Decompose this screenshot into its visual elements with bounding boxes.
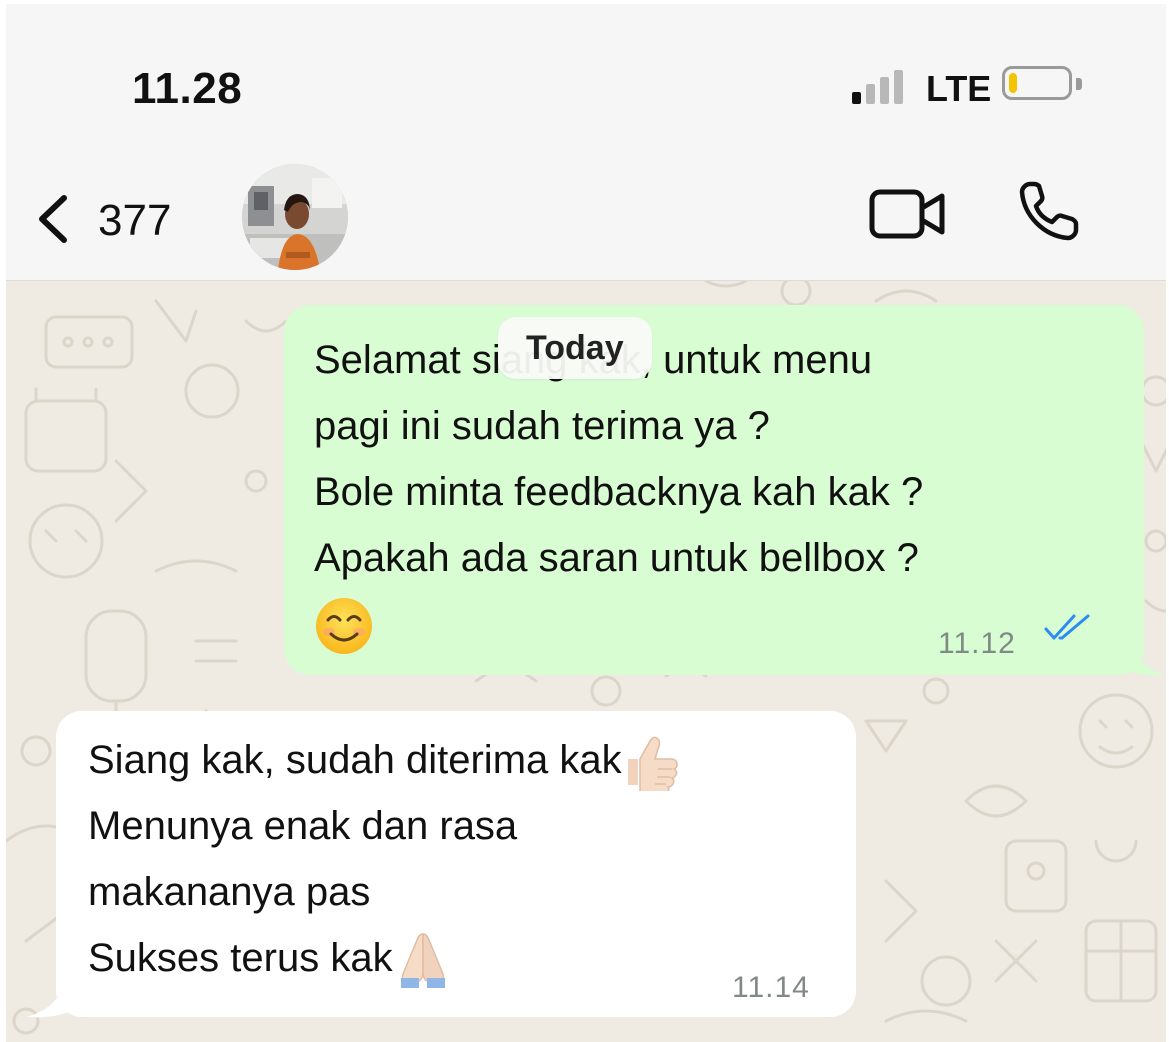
phone-screen: 11.28 LTE 377 Selamat untuk menu pagi in…: [6, 4, 1166, 1042]
folded-hands-emoji: [400, 933, 445, 989]
battery-icon: [1002, 66, 1072, 100]
thumbs-up-emoji: [627, 737, 678, 792]
chevron-left-icon: [39, 195, 67, 243]
message-text-line: Selamat siang kak, untuk menu: [314, 338, 873, 382]
battery-level: [1009, 73, 1017, 93]
double-check-icon: [1044, 614, 1090, 640]
message-text-line: makananya pas: [88, 870, 371, 914]
phone-icon: [1019, 181, 1079, 241]
battery-tip: [1076, 78, 1082, 90]
outgoing-message-bubble[interactable]: Selamat siang kak, untuk menu pagi ini s…: [284, 305, 1144, 675]
message-text-line: Apakah ada saran untuk bellbox ?: [314, 536, 919, 580]
message-timestamp: 11.14: [732, 971, 810, 1004]
chat-area[interactable]: Selamat siang kak, untuk menu pagi ini s…: [6, 281, 1166, 1042]
message-text: Siang kak, sudah diterima kak: [88, 738, 622, 782]
message-text-line: Siang kak, sudah diterima kak: [88, 727, 826, 793]
chat-header: 377: [6, 164, 1166, 281]
contact-avatar[interactable]: [242, 164, 348, 270]
message-text-line: Sukses terus kak: [88, 925, 826, 991]
video-call-button[interactable]: [868, 186, 948, 242]
status-time: 11.28: [132, 64, 243, 113]
avatar-photo: [242, 164, 348, 270]
incoming-message-bubble[interactable]: Siang kak, sudah diterima kak Menunya en…: [56, 711, 856, 1017]
back-button[interactable]: 377: [24, 184, 184, 254]
smiling-face-emoji: [316, 598, 372, 655]
status-bar: 11.28 LTE: [6, 4, 1166, 164]
date-separator: Today: [498, 317, 652, 379]
unread-count: 377: [98, 196, 172, 245]
message-text-line: Bole minta feedbacknya kah kak ?: [314, 470, 924, 514]
network-type: LTE: [926, 68, 992, 109]
video-camera-icon: [869, 189, 945, 239]
message-text: Sukses terus kak: [88, 936, 393, 980]
signal-strength-icon: [852, 70, 912, 104]
voice-call-button[interactable]: [1016, 178, 1082, 244]
message-text-line: pagi ini sudah terima ya ?: [314, 404, 770, 448]
message-timestamp: 11.12: [938, 627, 1016, 660]
message-text-line: Menunya enak dan rasa: [88, 804, 518, 848]
